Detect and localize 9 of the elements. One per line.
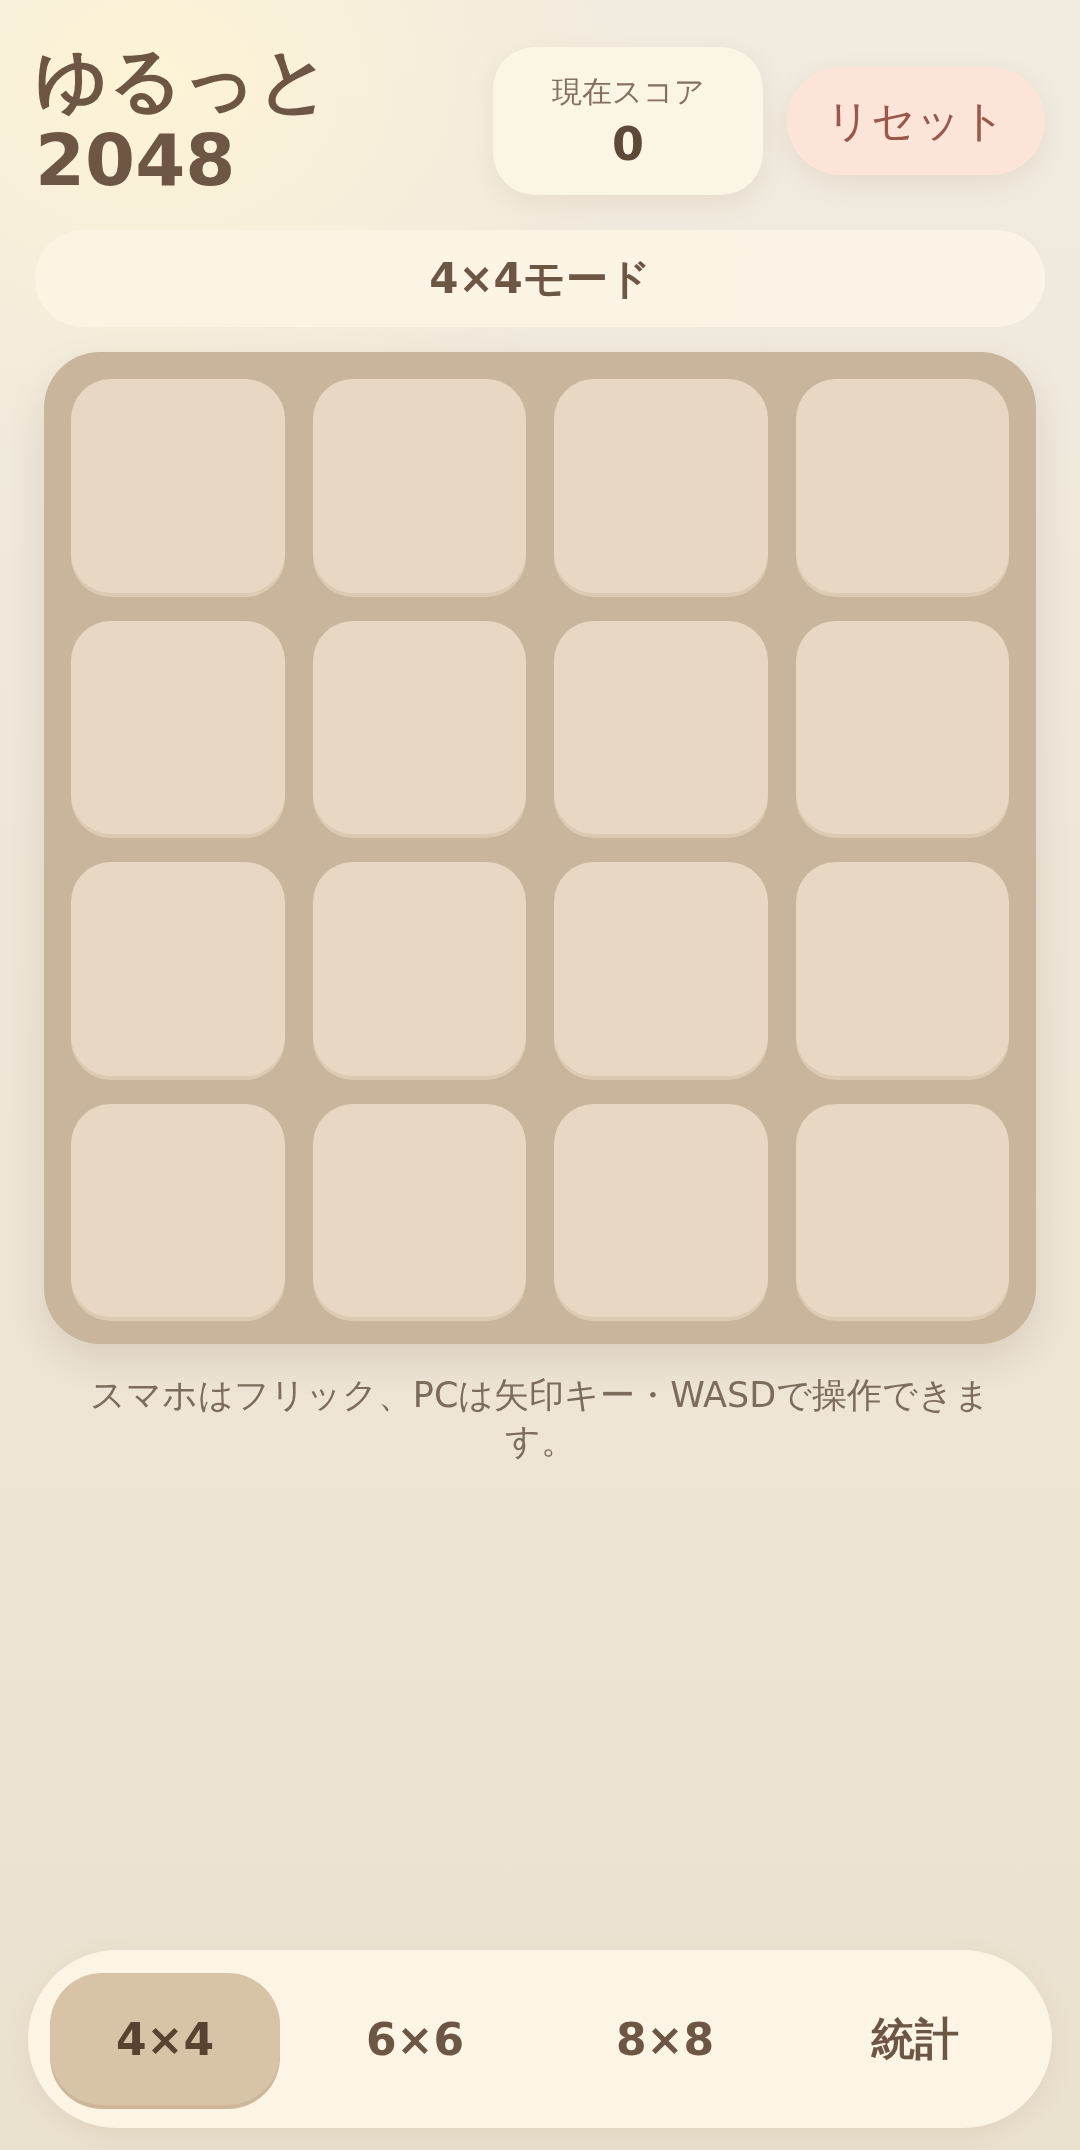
score-label: 現在スコア xyxy=(551,72,705,111)
score-value: 0 xyxy=(612,116,644,171)
nav-tab[interactable]: 8×8 xyxy=(550,1973,780,2105)
reset-button[interactable]: リセット xyxy=(787,67,1045,175)
game-title: ゆるっと 2048 xyxy=(35,40,332,200)
mode-banner: 4×4モード xyxy=(35,230,1045,327)
nav-tab[interactable]: 6×6 xyxy=(300,1973,530,2105)
instructions-text: スマホはフリック、PCは矢印キー・WASDで操作できます。 xyxy=(88,1374,992,1463)
nav-tab[interactable]: 統計 xyxy=(800,1973,1030,2105)
